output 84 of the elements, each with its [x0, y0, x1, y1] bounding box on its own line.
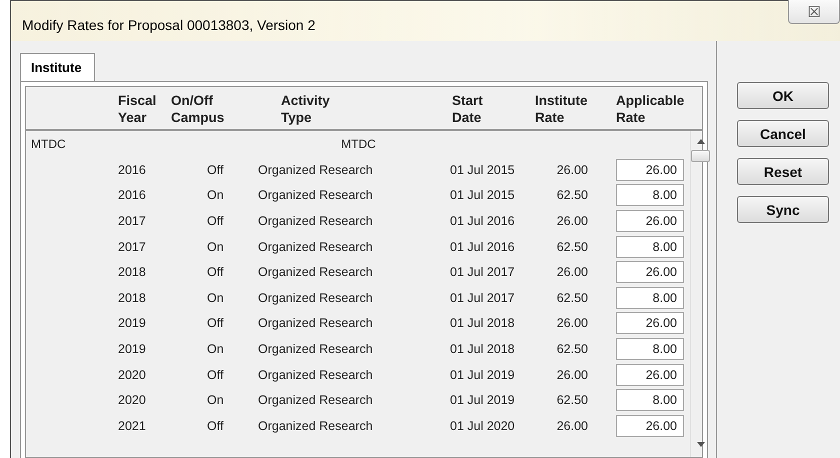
table-cell-text: Organized Research — [257, 162, 374, 177]
rate-field[interactable]: 8.00 — [616, 236, 684, 258]
table-cell-text: 2020 — [117, 393, 147, 408]
table-cell-text: 2017 — [117, 240, 147, 254]
column-header: Activity Type — [280, 92, 331, 126]
table-cell-text: Off — [206, 368, 224, 382]
rate-field[interactable]: 26.00 — [616, 158, 684, 181]
table-cell-text: 2018 — [117, 290, 147, 305]
table-cell-text: Organized Research — [257, 393, 374, 408]
rate-field[interactable]: 8.00 — [616, 184, 684, 206]
group-caption: MTDC — [341, 137, 376, 151]
column-header: On/Off Campus — [170, 92, 226, 126]
dialog-button[interactable]: OK — [737, 82, 829, 109]
table-cell-text: On — [206, 393, 225, 408]
scroll-down-icon[interactable] — [696, 442, 704, 447]
table-cell-text: Off — [206, 418, 224, 433]
table-cell-text: Off — [206, 265, 224, 280]
rate-field[interactable]: 26.00 — [616, 414, 684, 437]
table-cell-text: Organized Research — [257, 188, 374, 202]
table-cell-text: 2017 — [117, 214, 147, 228]
rate-field[interactable]: 8.00 — [616, 338, 684, 360]
table-cell-text: 26.00 — [556, 418, 589, 433]
rate-field[interactable]: 26.00 — [616, 364, 684, 386]
table-cell-text: 2018 — [117, 265, 147, 280]
rate-field[interactable]: 26.00 — [616, 210, 684, 232]
table-cell-text: Organized Research — [257, 342, 374, 356]
table-cell-text: Off — [206, 316, 224, 330]
table-cell-text: 2016 — [117, 162, 147, 177]
table-cell-text: 01 Jul 2015 — [449, 188, 516, 202]
table-cell-text: 26.00 — [556, 214, 589, 228]
column-header: Fiscal Year — [117, 92, 158, 126]
table-cell-text: 01 Jul 2016 — [449, 214, 516, 228]
table-cell-text: Organized Research — [257, 290, 374, 305]
table-cell-text: Organized Research — [257, 265, 374, 280]
table-cell-text: On — [206, 240, 225, 254]
table-cell-text: 01 Jul 2018 — [449, 316, 516, 330]
rate-field[interactable]: 26.00 — [616, 261, 684, 284]
tab[interactable]: Institute — [20, 53, 95, 81]
table-cell-text: 62.50 — [556, 188, 589, 202]
table-cell-text: 2021 — [117, 418, 147, 433]
scrollbar-thumb[interactable] — [691, 150, 710, 162]
table-cell-text: 62.50 — [556, 342, 589, 356]
table-cell-text: 2019 — [117, 342, 147, 356]
table-cell-text: 2016 — [117, 188, 147, 202]
table-cell-text: 01 Jul 2019 — [449, 368, 516, 382]
dialog-button[interactable]: Cancel — [737, 120, 829, 147]
table-cell-text: 2019 — [117, 316, 147, 330]
table-cell-text: On — [206, 342, 225, 356]
table-cell-text: 2020 — [117, 368, 147, 382]
table-cell-text: Organized Research — [257, 214, 374, 228]
table-cell-text: Organized Research — [257, 368, 374, 382]
rate-field[interactable]: 8.00 — [616, 286, 684, 309]
dialog-button[interactable]: Reset — [737, 158, 829, 185]
table-cell-text: 01 Jul 2020 — [449, 418, 516, 433]
table-cell-text: On — [206, 188, 225, 202]
close-button[interactable]: ☒ — [788, 0, 840, 24]
table-cell-text: 62.50 — [556, 393, 589, 408]
table-cell-text: 62.50 — [556, 240, 589, 254]
dialog-button[interactable]: Sync — [737, 196, 829, 223]
table-cell-text: Organized Research — [257, 418, 374, 433]
column-header: Start Date — [451, 92, 484, 126]
group-label: MTDC — [30, 137, 67, 151]
scroll-up-icon[interactable] — [696, 139, 704, 144]
table-cell-text: 26.00 — [556, 368, 589, 382]
table-cell-text: 01 Jul 2018 — [449, 342, 516, 356]
table-cell-text: 01 Jul 2017 — [449, 265, 516, 280]
column-header: Applicable Rate — [615, 92, 686, 126]
table-cell-text: On — [206, 290, 225, 305]
table-cell-text: 01 Jul 2016 — [449, 240, 516, 254]
table-cell-text: 01 Jul 2017 — [449, 290, 516, 305]
table-cell-text: 01 Jul 2015 — [449, 162, 516, 177]
table-cell-text: Organized Research — [257, 240, 374, 254]
table-cell-text: 26.00 — [556, 316, 589, 330]
table-cell-text: Organized Research — [257, 316, 374, 330]
rate-field[interactable]: 26.00 — [616, 312, 684, 334]
window-title: Modify Rates for Proposal 00013803, Version 2 — [22, 17, 316, 33]
table-cell-text: 26.00 — [556, 265, 589, 280]
rate-field[interactable]: 8.00 — [616, 389, 684, 412]
column-header: Institute Rate — [534, 92, 588, 126]
table-cell-text: Off — [206, 162, 224, 177]
table-cell-text: Off — [206, 214, 224, 228]
table-cell-text: 62.50 — [556, 290, 589, 305]
table-cell-text: 01 Jul 2019 — [449, 393, 516, 408]
table-cell-text: 26.00 — [556, 162, 589, 177]
